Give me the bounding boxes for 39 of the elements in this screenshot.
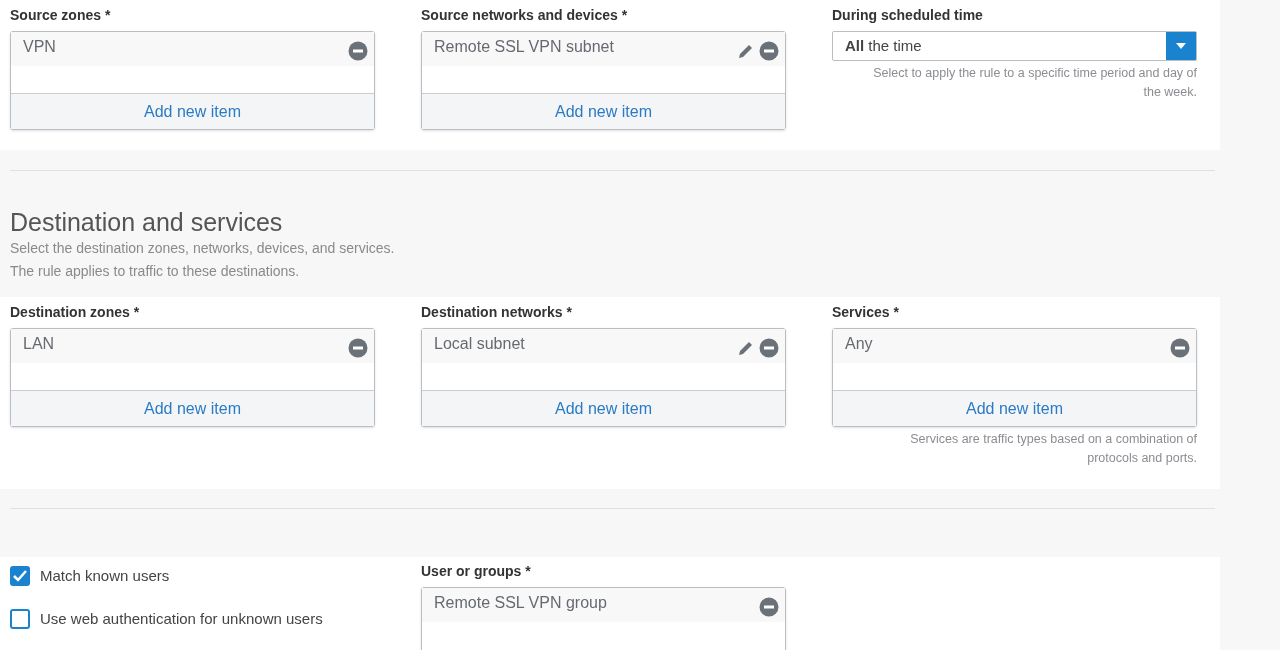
list-item-text: Local subnet [434,334,525,354]
remove-icon[interactable] [1170,338,1190,358]
check-icon [13,570,27,583]
remove-icon[interactable] [348,338,368,358]
remove-icon[interactable] [348,41,368,61]
field-label: Destination networks * [421,303,573,322]
add-new-item-button[interactable]: Add new item [11,390,374,426]
section-description: Select the destination zones, networks, devices, and services. [10,239,396,258]
remove-icon[interactable] [759,338,779,358]
field-label: User or groups * [421,562,532,581]
add-new-item-button[interactable]: Add new item [833,390,1196,426]
checkbox-label: Match known users [40,566,170,586]
section-heading: Destination and services [10,207,284,237]
caret-icon [1175,42,1187,50]
section-description: The rule applies to traffic to these destinations. [10,262,301,281]
field-label: Destination zones * [10,303,141,322]
add-new-item-button[interactable]: Add new item [11,93,374,129]
field-label: Source zones * [10,6,112,25]
dropdown-value: All the time [844,36,923,56]
pencil-icon[interactable] [737,339,755,357]
remove-icon[interactable] [759,597,779,617]
field-label: During scheduled time [832,6,984,25]
list-item-text: LAN [23,334,55,354]
add-new-item-button[interactable]: Add new item [422,390,785,426]
list-item-text: VPN [23,37,56,57]
list-item-text: Remote SSL VPN group [434,593,607,613]
list-item-text: Any [845,334,873,354]
field-label: Source networks and devices * [421,6,629,25]
field-hint: Select to apply the rule to a specific time period and day of the week. [872,65,1197,101]
field-label: Services * [832,303,900,322]
list-item-text: Remote SSL VPN subnet [434,37,614,57]
schedule-dropdown[interactable]: All the time [832,31,1197,61]
checkbox-label: Use web authentication for unknown users [40,608,323,629]
checkbox[interactable] [10,566,30,587]
checkbox[interactable] [10,608,30,629]
field-hint: Services are traffic types based on a combination of protocols and ports. [909,431,1197,467]
remove-icon[interactable] [759,41,779,61]
add-new-item-button[interactable]: Add new item [422,93,785,129]
pencil-icon[interactable] [737,42,755,60]
